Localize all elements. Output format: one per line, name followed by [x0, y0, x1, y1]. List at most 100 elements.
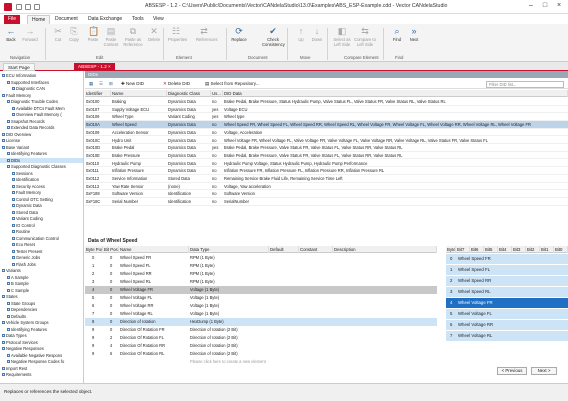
- compare-to-left-side-button[interactable]: ⇆ Compare to Left Side: [354, 26, 376, 47]
- tree-item[interactable]: Control DTC Setting: [0, 197, 83, 202]
- new-did-button[interactable]: ✚ New DID: [121, 81, 144, 87]
- menu-document[interactable]: Document: [51, 15, 82, 24]
- tree-item[interactable]: State Groups: [0, 301, 83, 306]
- up-button[interactable]: ↑ Up: [293, 26, 309, 42]
- tree-item[interactable]: License: [0, 138, 83, 143]
- tree-item[interactable]: Dynamic Data: [0, 203, 83, 208]
- tree-item[interactable]: Negative Response Codes fo: [0, 359, 83, 364]
- column-header[interactable]: Default: [269, 246, 299, 253]
- back-button[interactable]: ← Back: [3, 26, 19, 42]
- tab-start-page[interactable]: Start Page: [3, 63, 35, 71]
- table-row[interactable]: 0x0111 Inflation Pressure Dynamics Data no I…: [85, 167, 568, 175]
- tree-item[interactable]: Negative Responses: [0, 346, 83, 351]
- tree-item[interactable]: Diagnostic Trouble Codes: [0, 99, 83, 104]
- tree-item[interactable]: Protocol Services: [0, 340, 83, 345]
- grid-view-icon[interactable]: ▦: [89, 81, 93, 87]
- tree-item[interactable]: ECU Information: [0, 73, 83, 78]
- column-header[interactable]: Diagnostic Class: [167, 90, 211, 97]
- table-row[interactable]: 0x0113 Yaw Rate Sensor (none) no Voltage, Ya…: [85, 183, 568, 191]
- delete-button[interactable]: ✕ Delete: [146, 26, 162, 42]
- byte-cell[interactable]: 7 Wheel Voltage RL: [446, 331, 568, 342]
- byte-cell[interactable]: 1 Wheel Speed FL: [446, 265, 568, 276]
- paste-as-reference-button[interactable]: ⧉ Paste as Reference: [122, 26, 144, 47]
- tree-item[interactable]: C Sample: [0, 288, 83, 293]
- copy-button[interactable]: ⎘ Copy: [66, 26, 82, 42]
- tree-item[interactable]: Supported Interfaces: [0, 80, 83, 85]
- check-consistency-button[interactable]: ✔ Check Consistency: [262, 26, 285, 47]
- tree-item[interactable]: Sessions: [0, 171, 83, 176]
- signal-row[interactable]: 9 6 Direction Of Rotation RL Direction of r…: [85, 350, 437, 358]
- paste-content-button[interactable]: ▤ Paste Content: [100, 26, 122, 47]
- tree-item[interactable]: Dependencies: [0, 307, 83, 312]
- redo-icon[interactable]: [34, 4, 40, 10]
- byte-cell[interactable]: 5 Wheel Voltage FL: [446, 309, 568, 320]
- column-header[interactable]: Identifier: [85, 90, 111, 97]
- tree-item[interactable]: Import Rest: [0, 366, 83, 371]
- tree-item[interactable]: Defaults: [0, 314, 83, 319]
- signal-row[interactable]: 9 0 Direction Of Rotation FR Direction of r…: [85, 326, 437, 334]
- tree-item[interactable]: IO Control: [0, 223, 83, 228]
- table-row[interactable]: 0x010D Brake Pedal Dynamics Data yes Brake P…: [85, 144, 568, 152]
- byte-cell[interactable]: 2 Wheel Speed RR: [446, 276, 568, 287]
- tree-item[interactable]: Supported Diagnostic Classes: [0, 164, 83, 169]
- tree-item[interactable]: Identifying Features: [0, 151, 83, 156]
- cut-button[interactable]: ✂ Cut: [50, 26, 66, 42]
- tree-item[interactable]: DIDs: [0, 157, 83, 163]
- signal-row[interactable]: 6 0 Wheel Voltage RR Voltage (1 Byte): [85, 302, 437, 310]
- tree-item[interactable]: Extended Data Records: [0, 125, 83, 130]
- replace-button[interactable]: ⟳ Replace: [231, 26, 247, 42]
- new-element-hint[interactable]: Please click here to create a new elemen…: [189, 358, 266, 366]
- signal-row[interactable]: 9 2 Direction Of Rotation FL Direction of r…: [85, 334, 437, 342]
- select-repository-button[interactable]: ▤ Select from Repository...: [205, 81, 259, 87]
- undo-icon[interactable]: [25, 4, 31, 10]
- table-row[interactable]: 0x0112 Service Information Stored Data no Re…: [85, 175, 568, 183]
- tree-item[interactable]: States: [0, 294, 83, 299]
- tree-item[interactable]: Fault Memory: [0, 93, 83, 98]
- tree-item[interactable]: Generic Jobs: [0, 255, 83, 260]
- save-icon[interactable]: [16, 4, 22, 10]
- table-row[interactable]: 0xF18C Serial Number Identification no Seria…: [85, 198, 568, 206]
- column-header[interactable]: Name: [119, 246, 189, 253]
- byte-cell[interactable]: 3 Wheel Speed RL: [446, 287, 568, 298]
- delete-did-button[interactable]: ✕ Delete DID: [163, 81, 190, 87]
- column-header[interactable]: Description: [333, 246, 437, 253]
- table-row[interactable]: 0x0107 Supply Voltage ECU Dynamics Data yes…: [85, 106, 568, 114]
- tree-item[interactable]: Identification: [0, 177, 83, 182]
- tree-item[interactable]: Variant Coding: [0, 216, 83, 221]
- menu-file[interactable]: File: [4, 15, 21, 24]
- tree-item[interactable]: Communication Control: [0, 236, 83, 241]
- tree-item[interactable]: Vehicle System Groups: [0, 320, 83, 325]
- maximize-icon[interactable]: □: [538, 2, 552, 12]
- tree-item[interactable]: Data Types: [0, 333, 83, 338]
- menu-view[interactable]: View: [149, 15, 168, 24]
- column-header[interactable]: Name: [111, 90, 167, 97]
- column-header[interactable]: DID Data: [223, 90, 568, 97]
- close-icon[interactable]: ×: [552, 2, 566, 12]
- tree-item[interactable]: Identifying Features: [0, 327, 83, 332]
- tree-item[interactable]: Requirements: [0, 372, 83, 377]
- signal-row[interactable]: 7 0 Wheel Voltage RL Voltage (1 Byte): [85, 310, 437, 318]
- tree-item[interactable]: Available Negative Respons: [0, 353, 83, 358]
- previous-button[interactable]: < Previous: [497, 367, 527, 375]
- signal-row[interactable]: 3 0 Wheel Speed RL RPM (1 Byte): [85, 278, 437, 286]
- table-row[interactable]: 0x010C Hydro Unit Dynamics Data no Wheel Vol…: [85, 137, 568, 145]
- list-view-icon[interactable]: ☰: [99, 81, 103, 87]
- next-button[interactable]: » Next: [406, 26, 422, 42]
- table-row[interactable]: 0x010E Brake Pressure Dynamics Data no Brake…: [85, 152, 568, 160]
- down-button[interactable]: ↓ Down: [309, 26, 325, 42]
- table-row[interactable]: 0x0110 Hydraulic Pump Dynamics Data no Hydra…: [85, 160, 568, 168]
- signal-row[interactable]: 8 0 Direction of rotation HexDump (1 Byte): [85, 318, 437, 326]
- find-button[interactable]: ⌕ Find: [389, 26, 405, 42]
- menu-data-exchange[interactable]: Data Exchange: [84, 15, 126, 24]
- forward-button[interactable]: → Forward: [22, 26, 38, 42]
- tree-item[interactable]: Flash Jobs: [0, 262, 83, 267]
- column-header[interactable]: Us...: [211, 90, 223, 97]
- signal-row[interactable]: 4 0 Wheel Voltage FR Voltage (1 Byte): [85, 286, 437, 294]
- signal-row[interactable]: 9 4 Direction Of Rotation RR Direction of r…: [85, 342, 437, 350]
- tree-item[interactable]: Available DTCs Fault Mem: [0, 106, 83, 111]
- menu-home[interactable]: Home: [27, 15, 51, 24]
- filter-input[interactable]: Filter DID list...: [486, 81, 564, 88]
- tree-item[interactable]: Tester Present: [0, 249, 83, 254]
- tree-item[interactable]: Fault Memory: [0, 190, 83, 195]
- tab-absesp[interactable]: ABSESP - 1.2 ×: [74, 63, 115, 71]
